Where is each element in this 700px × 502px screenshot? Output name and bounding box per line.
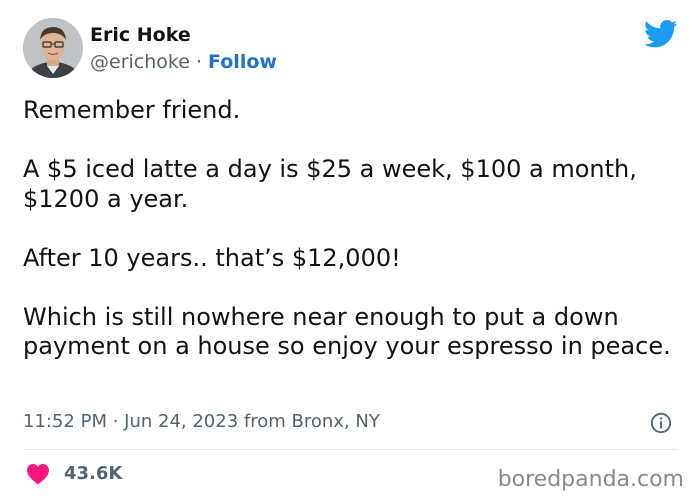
author-handle[interactable]: @erichoke [90, 51, 190, 73]
tweet-meta: 11:52 PM · Jun 24, 2023 from Bronx, NY [23, 410, 380, 434]
author-name[interactable]: Eric Hoke [90, 23, 191, 47]
tweet-paragraph: Which is still nowhere near enough to pu… [23, 302, 671, 361]
avatar[interactable] [23, 18, 83, 78]
watermark: boredpanda.com [497, 467, 684, 492]
avatar-photo [23, 18, 83, 78]
like-count[interactable]: 43.6K [64, 462, 122, 486]
tweet-location: from Bronx, NY [243, 411, 380, 432]
tweet-text: Remember friend. A $5 iced latte a day i… [23, 96, 683, 362]
tweet-paragraph: Remember friend. [23, 96, 241, 124]
twitter-bird-icon[interactable] [644, 20, 678, 48]
heart-icon[interactable] [26, 463, 50, 485]
follow-button[interactable]: Follow [208, 51, 277, 73]
divider [23, 449, 677, 450]
author-handle-line: @erichoke · Follow [90, 50, 277, 74]
tweet-date[interactable]: Jun 24, 2023 [124, 411, 238, 432]
tweet-paragraph: After 10 years.. that’s $12,000! [23, 243, 401, 272]
info-icon[interactable] [650, 412, 672, 434]
meta-separator: · [106, 411, 125, 432]
tweet-paragraph: A $5 iced latte a day is $25 a week, $10… [23, 155, 637, 213]
tweet-time[interactable]: 11:52 PM [23, 411, 107, 432]
handle-separator: · [189, 51, 209, 73]
